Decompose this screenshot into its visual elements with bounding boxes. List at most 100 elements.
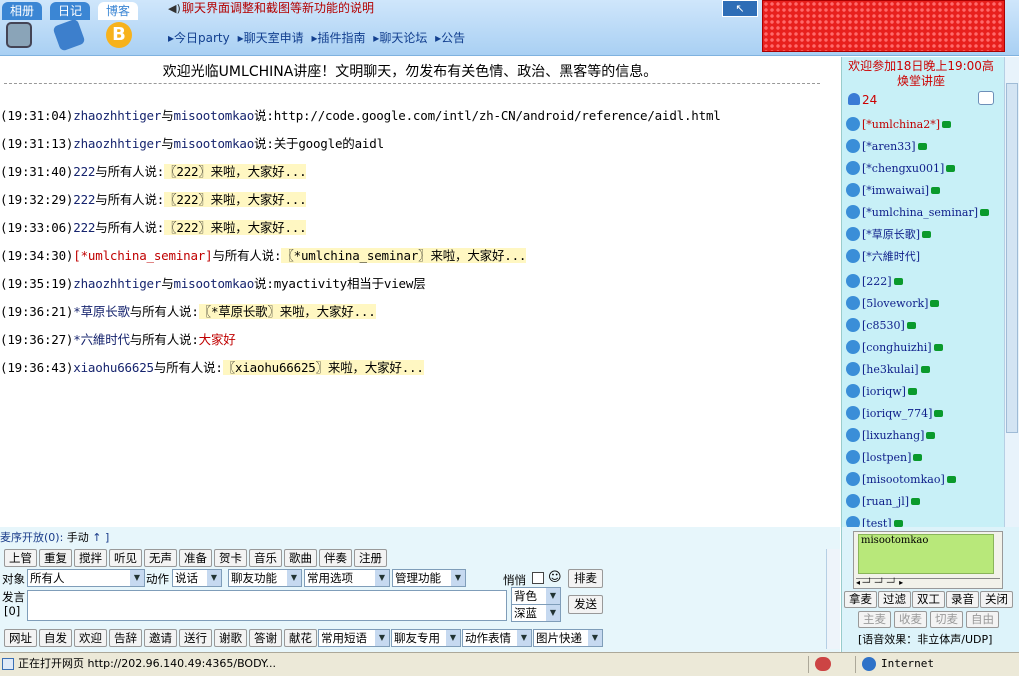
filter-button[interactable]: 过滤 <box>878 591 911 608</box>
take-mic-button[interactable]: 拿麦 <box>844 591 877 608</box>
chevron-down-icon[interactable]: ▼ <box>546 605 560 621</box>
message-target[interactable]: 所有人 <box>225 248 262 263</box>
user-name[interactable]: [test] <box>862 517 892 527</box>
record-button[interactable]: 录音 <box>946 591 979 608</box>
release-mic-button[interactable]: 收麦 <box>894 611 927 628</box>
common-phrases-select[interactable]: 常用短语 ▼ <box>318 629 390 647</box>
user-name[interactable]: [*umlchina_seminar] <box>862 206 978 219</box>
user-list-item[interactable]: [ioriqw] <box>846 382 917 402</box>
user-list-item[interactable]: [ioriqw_774] <box>846 404 944 424</box>
user-list-item[interactable]: [he3kulai] <box>846 360 930 380</box>
chevron-down-icon[interactable]: ▼ <box>546 588 560 604</box>
chevron-down-icon[interactable]: ▼ <box>207 570 221 586</box>
user-name[interactable]: [5lovework] <box>862 297 928 310</box>
message-speaker[interactable]: zhaozhhtiger <box>73 276 161 291</box>
message-input[interactable] <box>27 590 507 621</box>
volume-slider[interactable]: ◂ ─┘ ─┘ ─┘ ▸ <box>856 578 1000 587</box>
mic-queue-label[interactable]: 麦序开放 <box>0 531 44 544</box>
user-name[interactable]: [ioriqw] <box>862 385 906 398</box>
user-list-item[interactable]: [*六維时代] <box>846 247 920 267</box>
user-list-item[interactable]: [conghuizhi] <box>846 338 943 358</box>
user-name[interactable]: [*六維时代] <box>862 250 920 263</box>
user-list-item[interactable]: [222] <box>846 272 903 292</box>
btn-invite[interactable]: 邀请 <box>144 629 177 647</box>
tab-diary[interactable]: 日记 <box>50 2 90 20</box>
target-select[interactable]: 所有人 ▼ <box>27 569 145 587</box>
action-expression-select[interactable]: 动作表情 ▼ <box>462 629 532 647</box>
btn-thanks[interactable]: 答谢 <box>249 629 282 647</box>
text-color-select[interactable]: 深蓝 ▼ <box>511 604 561 622</box>
user-list-item[interactable]: [misootomkao] <box>846 470 956 490</box>
common-options-select[interactable]: 常用选项 ▼ <box>304 569 390 587</box>
user-list-item[interactable]: [5lovework] <box>846 294 940 314</box>
user-list-item[interactable]: [*umlchina_seminar] <box>846 203 990 223</box>
event-title[interactable]: 欢迎参加18日晚上19:00高焕堂讲座 <box>846 59 996 89</box>
btn-url[interactable]: 网址 <box>4 629 37 647</box>
message-speaker[interactable]: 222 <box>73 220 95 235</box>
message-target[interactable]: misootomkao <box>174 136 255 151</box>
chevron-down-icon[interactable]: ▼ <box>451 570 465 586</box>
chat-bubble-icon[interactable] <box>978 91 994 105</box>
chevron-down-icon[interactable]: ▼ <box>446 630 460 646</box>
user-list-item[interactable]: [*aren33] <box>846 137 927 157</box>
message-speaker[interactable]: xiaohu66625 <box>73 360 154 375</box>
chevron-down-icon[interactable]: ▼ <box>287 570 301 586</box>
btn-send-off[interactable]: 送行 <box>179 629 212 647</box>
btn-flowers[interactable]: 献花 <box>284 629 317 647</box>
user-name[interactable]: [ruan_jl] <box>862 495 909 508</box>
btn-card[interactable]: 贺卡 <box>214 549 247 567</box>
message-speaker[interactable]: zhaozhhtiger <box>73 108 161 123</box>
btn-stir[interactable]: 搅拌 <box>74 549 107 567</box>
user-name[interactable]: [lostpen] <box>862 451 911 464</box>
notice-text[interactable]: 聊天界面调整和截图等新功能的说明 <box>182 1 374 15</box>
message-speaker[interactable]: 222 <box>73 164 95 179</box>
message-target[interactable]: 所有人 <box>142 304 179 319</box>
user-list-scrollbar[interactable] <box>1004 57 1019 527</box>
chevron-down-icon[interactable]: ▼ <box>375 630 389 646</box>
message-target[interactable]: 所有人 <box>108 192 145 207</box>
user-list-item[interactable]: [test] <box>846 514 903 527</box>
scrollbar-thumb[interactable] <box>1006 83 1018 433</box>
close-button[interactable]: 关闭 <box>980 591 1013 608</box>
user-list-item[interactable]: [*草原长歌] <box>846 225 932 245</box>
user-list-item[interactable]: [ruan_jl] <box>846 492 920 512</box>
tab-blog[interactable]: 博客 <box>98 2 138 20</box>
queue-mic-button[interactable]: 排麦 <box>568 569 603 588</box>
chevron-down-icon[interactable]: ▼ <box>588 630 602 646</box>
chevron-down-icon[interactable]: ▼ <box>517 630 531 646</box>
nav-link-notice[interactable]: ▸公告 <box>435 31 465 45</box>
message-target[interactable]: 所有人 <box>108 164 145 179</box>
duplex-button[interactable]: 双工 <box>912 591 945 608</box>
send-button[interactable]: 发送 <box>568 595 603 614</box>
main-mic-button[interactable]: 主麦 <box>858 611 891 628</box>
user-name[interactable]: [ioriqw_774] <box>862 407 932 420</box>
user-list-item[interactable]: [lixuzhang] <box>846 426 936 446</box>
smiley-icon[interactable]: ☺ <box>548 571 562 585</box>
user-name[interactable]: [conghuizhi] <box>862 341 932 354</box>
user-name[interactable]: [*chengxu001] <box>862 162 944 175</box>
ad-banner[interactable] <box>762 0 1005 52</box>
user-list-item[interactable]: [*umlchina2*] <box>846 115 952 135</box>
nav-link-forum[interactable]: ▸聊天论坛 <box>373 31 427 45</box>
user-name[interactable]: [*umlchina2*] <box>862 118 940 131</box>
friend-special-select[interactable]: 聊友专用 ▼ <box>391 629 461 647</box>
user-list-item[interactable]: [lostpen] <box>846 448 923 468</box>
btn-welcome[interactable]: 欢迎 <box>74 629 107 647</box>
mic-queue-mode[interactable]: 手动 <box>67 531 89 544</box>
message-target[interactable]: misootomkao <box>174 276 255 291</box>
btn-music[interactable]: 音乐 <box>249 549 282 567</box>
btn-farewell[interactable]: 告辞 <box>109 629 142 647</box>
message-target[interactable]: misootomkao <box>174 108 255 123</box>
admin-function-select[interactable]: 管理功能 ▼ <box>392 569 466 587</box>
btn-thank-song[interactable]: 谢歌 <box>214 629 247 647</box>
btn-self-send[interactable]: 自发 <box>39 629 72 647</box>
user-list-item[interactable]: [c8530] <box>846 316 916 336</box>
btn-repeat[interactable]: 重复 <box>39 549 72 567</box>
chevron-down-icon[interactable]: ▼ <box>375 570 389 586</box>
bg-color-select[interactable]: 背色 ▼ <box>511 587 561 605</box>
tab-album[interactable]: 相册 <box>2 2 42 20</box>
user-list-item[interactable]: [*chengxu001] <box>846 159 956 179</box>
message-speaker[interactable]: [*umlchina_seminar] <box>73 248 212 263</box>
user-name[interactable]: [lixuzhang] <box>862 429 924 442</box>
user-list-item[interactable]: [*imwaiwai] <box>846 181 941 201</box>
